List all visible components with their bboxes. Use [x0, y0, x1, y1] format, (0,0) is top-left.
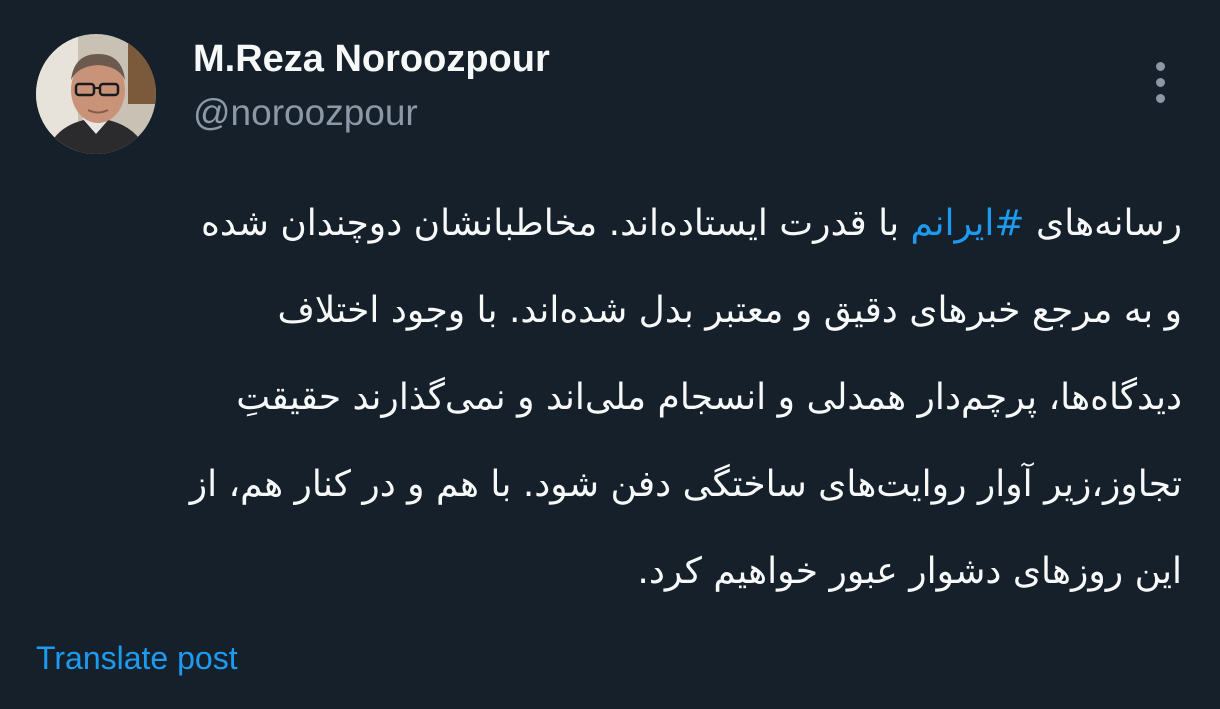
hashtag-link[interactable]: #ایرانم — [911, 203, 1025, 244]
display-name[interactable]: M.Reza Noroozpour — [193, 38, 550, 81]
post-line: دیدگاه‌ها، پرچم‌دار همدلی و انسجام ملی‌ا… — [236, 377, 1182, 418]
post-line: تجاوز،زیر آوار روایت‌های ساختگی دفن شود.… — [189, 464, 1182, 505]
post-line: رسانه‌های #ایرانم با قدرت ایستاده‌اند. م… — [40, 180, 1182, 267]
tweet-card: M.Reza Noroozpour @noroozpour رسانه‌های … — [0, 0, 1220, 709]
post-line: این روزهای دشوار عبور خواهیم کرد. — [637, 551, 1182, 592]
translate-post-link[interactable]: Translate post — [36, 640, 238, 677]
post-text-segment: رسانه‌های — [1024, 203, 1182, 244]
avatar[interactable] — [36, 34, 156, 154]
profile-photo — [36, 34, 156, 154]
post-line: و به مرجع خبرهای دقیق و معتبر بدل شده‌ان… — [277, 290, 1182, 331]
post-text-segment: با قدرت ایستاده‌اند. مخاطبانشان دوچندان … — [200, 203, 911, 244]
user-handle[interactable]: @noroozpour — [193, 92, 418, 134]
more-options-icon[interactable] — [1144, 58, 1178, 106]
post-text: رسانه‌های #ایرانم با قدرت ایستاده‌اند. م… — [40, 180, 1182, 615]
